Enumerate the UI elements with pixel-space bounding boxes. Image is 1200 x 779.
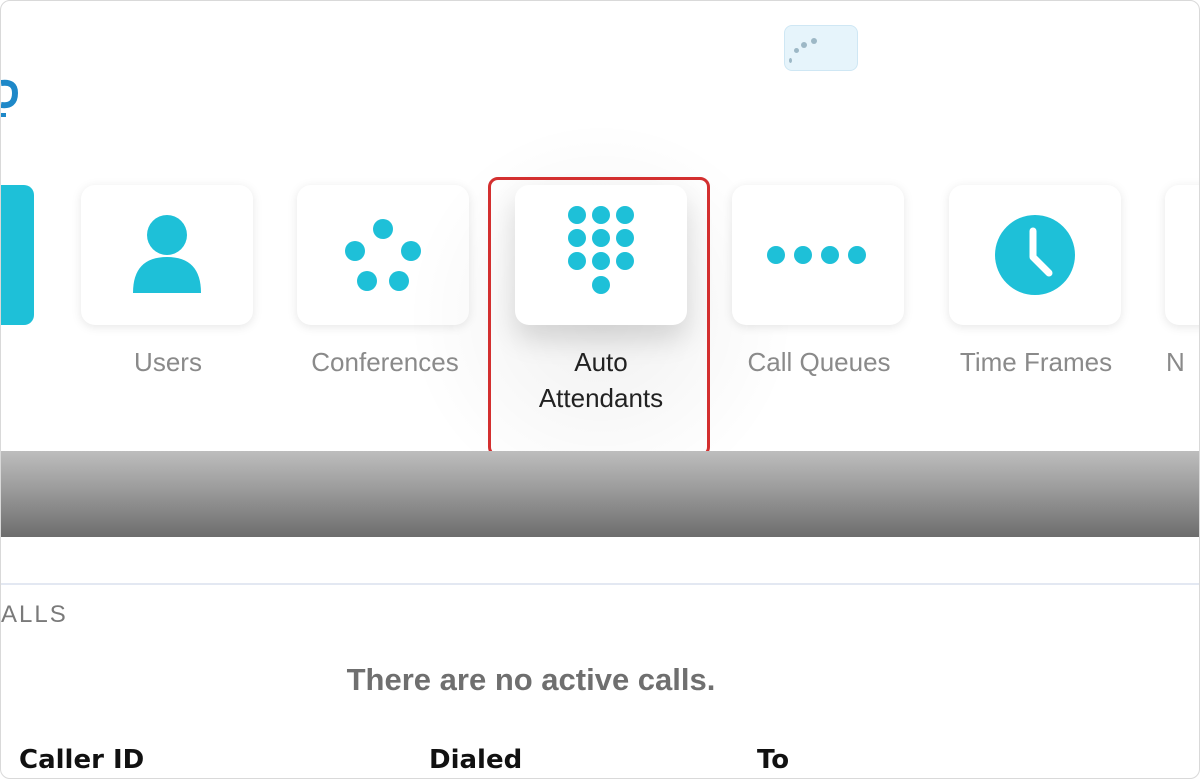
column-header-to[interactable]: To <box>757 745 789 775</box>
status-widget[interactable] <box>784 25 858 71</box>
no-active-calls-message: There are no active calls. <box>346 662 716 697</box>
active-calls-title: ALLS <box>1 601 68 628</box>
clock-icon <box>995 215 1075 295</box>
queue-dots-icon <box>767 246 866 264</box>
nav-label-time-frames: Time Frames <box>959 347 1113 377</box>
app-window: Users Conferences Auto Attendants Call Q… <box>0 0 1200 779</box>
section-divider <box>1 583 1199 585</box>
user-icon <box>133 215 201 293</box>
nav-tile-users[interactable] <box>81 185 253 325</box>
header-bar <box>1 451 1199 537</box>
nav-tile-more[interactable] <box>1165 185 1199 325</box>
nav-label-conferences: Conferences <box>311 347 459 377</box>
nav-tile-time-frames[interactable] <box>949 185 1121 325</box>
nav-tile-call-queues[interactable] <box>732 185 904 325</box>
nav-tile-home[interactable] <box>1 185 34 325</box>
nav-label-call-queues: Call Queues <box>747 347 891 377</box>
logo-fragment <box>1 79 19 119</box>
column-header-dialed[interactable]: Dialed <box>429 745 522 775</box>
column-header-caller-id[interactable]: Caller ID <box>19 745 144 775</box>
nav-label-users: Users <box>134 347 202 377</box>
nav-label-partial: N <box>1166 347 1185 377</box>
selection-highlight <box>488 177 710 457</box>
